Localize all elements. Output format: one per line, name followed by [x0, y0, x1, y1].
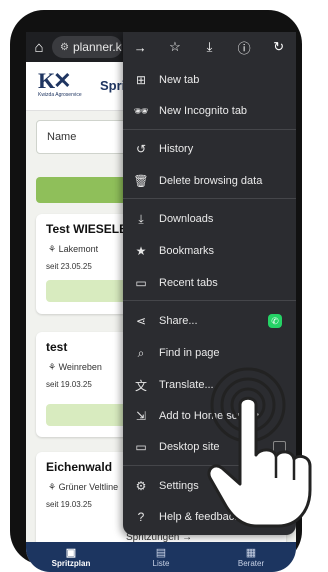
translate-icon: 文 [134, 378, 147, 393]
list-icon: ▤ [155, 546, 167, 559]
bookmark-star-icon: ★ [135, 244, 147, 258]
recent-tabs-icon: ▭ [135, 276, 147, 290]
card-title: Test WIESELB [46, 222, 128, 236]
card-title: test [46, 340, 68, 354]
card-location: ⚘ Grüner Veltline [48, 482, 119, 492]
page-title: Spri [100, 78, 126, 93]
nav-berater[interactable]: ▦ Berater [206, 542, 296, 572]
menu-toolbar: → ☆ ⤓ ⓘ ↻ [123, 32, 296, 62]
menu-item-new-tab[interactable]: ⊞ New tab [123, 68, 296, 92]
incognito-icon: 🕶 [133, 104, 149, 118]
card-date: seit 23.05.25 [46, 262, 92, 271]
advisor-icon: ▦ [245, 546, 257, 559]
refresh-icon[interactable]: ↻ [266, 39, 292, 55]
desktop-icon: ▭ [135, 440, 147, 454]
menu-item-delete-data[interactable]: 🗑 Delete browsing data [123, 169, 296, 193]
nav-liste[interactable]: ▤ Liste [116, 542, 206, 572]
card-location: ⚘ Weinreben [48, 362, 102, 372]
card-location: ⚘ Lakemont [48, 244, 99, 254]
help-icon: ? [137, 510, 145, 524]
menu-item-incognito[interactable]: 🕶 New Incognito tab [123, 99, 296, 123]
tap-hand-icon [207, 367, 312, 528]
share-icon: ⋖ [135, 314, 147, 328]
nav-spritzplan[interactable]: ▣ Spritzplan [26, 542, 116, 572]
download-icon[interactable]: ⤓ [196, 39, 222, 55]
card-date: seit 19.03.25 [46, 380, 92, 389]
download-icon: ⤓ [138, 211, 144, 226]
find-in-page-icon: ⌕ [137, 345, 145, 360]
card-title: Eichenwald [46, 460, 113, 474]
home-icon[interactable]: ⌂ [26, 39, 52, 56]
menu-item-bookmarks[interactable]: ★ Bookmarks [123, 239, 296, 263]
menu-item-recent-tabs[interactable]: ▭ Recent tabs [123, 271, 296, 295]
menu-divider [123, 198, 296, 199]
menu-item-downloads[interactable]: ⤓ Downloads [123, 207, 296, 231]
history-icon: ↺ [135, 142, 147, 156]
site-settings-icon[interactable]: ⚙ [60, 42, 69, 53]
kwizda-logo: K✕ Kwizda Agroservice [38, 68, 82, 99]
menu-divider [123, 129, 296, 130]
add-to-home-icon: ⇲ [135, 409, 147, 423]
arrow-forward-icon[interactable]: → [127, 40, 153, 55]
spray-icon: ▣ [65, 546, 77, 559]
url-text: planner.k [72, 40, 122, 54]
trash-icon: 🗑 [133, 174, 149, 188]
new-tab-icon: ⊞ [135, 73, 147, 87]
gear-icon: ⚙ [135, 479, 147, 493]
star-icon[interactable]: ☆ [162, 39, 188, 55]
address-bar[interactable]: ⚙ planner.k [52, 36, 122, 58]
whatsapp-icon[interactable]: ✆ [268, 314, 282, 328]
bottom-nav: ▣ Spritzplan ▤ Liste ▦ Berater [26, 542, 296, 572]
menu-item-share[interactable]: ⋖ Share... ✆ [123, 309, 296, 333]
menu-divider [123, 300, 296, 301]
card-date: seit 19.03.25 [46, 500, 92, 509]
info-icon[interactable]: ⓘ [231, 38, 257, 57]
menu-item-history[interactable]: ↺ History [123, 137, 296, 161]
name-field-label: Name [47, 131, 77, 143]
